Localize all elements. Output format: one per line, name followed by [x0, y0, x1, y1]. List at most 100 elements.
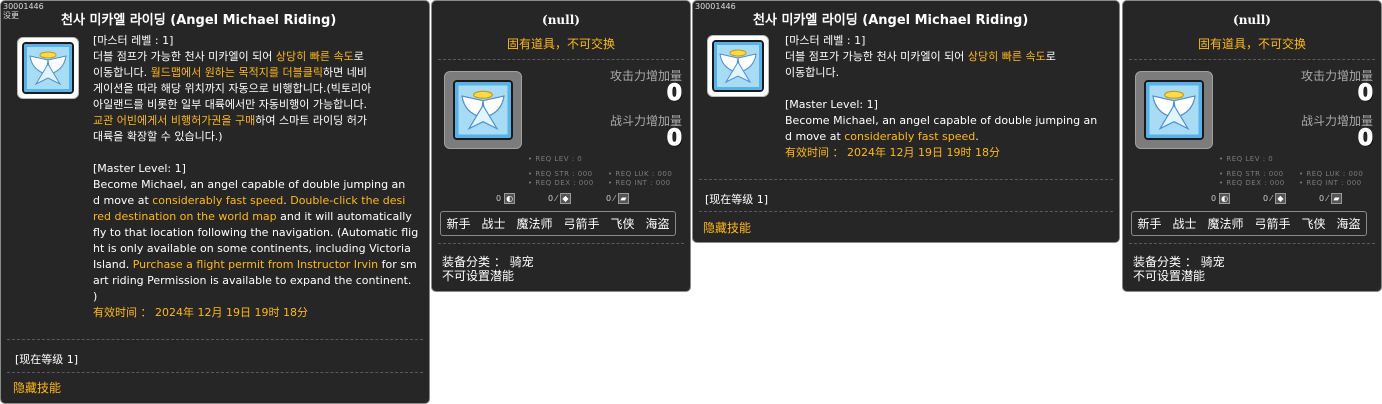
item-title: (null): [542, 13, 580, 27]
kr-desc-line: 이동합니다. 월드맵에서 원하는 목적지를 더블클릭하면 네비: [93, 66, 367, 79]
untradeable-label: 固有道具，不可交换: [506, 37, 615, 51]
untradeable-label: 固有道具，不可交换: [1197, 37, 1306, 51]
en-desc-line: Become Michael, an angel capable of doub…: [93, 178, 406, 191]
skill-icon-frame: [707, 35, 769, 97]
job-beginner: 新手: [1137, 217, 1162, 231]
job-bowman: 弓箭手: [1254, 217, 1291, 231]
angel-wings-icon: [22, 42, 74, 94]
divider: [7, 339, 423, 340]
divider: [1129, 59, 1375, 60]
kr-desc-line: 게이션을 따라 해당 위치까지 자동으로 비행합니다.(빅토리아: [93, 82, 372, 95]
divider: [7, 372, 423, 373]
req-str: • REQ STR : 000: [1219, 170, 1284, 178]
en-desc-line: fly to that location following the navig…: [93, 226, 419, 239]
hidden-skill-label: 隐藏技能: [703, 221, 752, 235]
expiry-time: 有效时间 ： 2024年 12月 19日 19时 18分: [785, 146, 1000, 159]
en-desc-line: d move at considerably fast speed.: [785, 130, 979, 143]
req-luk: • REQ LUK : 000: [608, 170, 673, 178]
job-pirate: 海盗: [645, 217, 670, 231]
job-requirements: 新手 战士 魔法师 弓箭手 飞侠 海盗: [1131, 211, 1367, 236]
skill-description: [마스터 레벨 : 1] 더블 점프가 가능한 천사 미카엘이 되어 상당히 빠…: [785, 33, 1115, 161]
no-potential-label: 不可设置潜能: [442, 269, 515, 283]
no-potential-label: 不可设置潜能: [1133, 269, 1206, 283]
item-icon-frame: [444, 71, 522, 149]
en-master-level: [Master Level: 1]: [785, 98, 878, 111]
en-desc-line: art riding Permission is available to ex…: [93, 274, 412, 287]
expiry-time: 有效时间 ： 2024年 12月 19日 19时 18分: [93, 306, 308, 319]
divider: [699, 211, 1113, 212]
element-stat-2: 0 ⁄ ◆: [548, 193, 571, 204]
divider: [438, 243, 684, 244]
current-level: [现在等级 1]: [15, 353, 79, 366]
req-lev: • REQ LEV : 0: [528, 155, 583, 163]
job-bowman: 弓箭手: [563, 217, 600, 231]
job-magician: 魔法师: [516, 217, 553, 231]
job-thief: 飞侠: [1301, 217, 1326, 231]
item-tooltip: (null) 固有道具，不可交换 攻击力增加量 0 战斗力增加量 0 • REQ…: [1122, 0, 1382, 292]
req-dex: • REQ DEX : 000: [1219, 179, 1285, 187]
element-stat-3: 0 ⁄ ▰: [606, 193, 629, 204]
hidden-skill-label: 隐藏技能: [13, 381, 62, 395]
item-title: (null): [1233, 13, 1271, 27]
req-dex: • REQ DEX : 000: [528, 179, 594, 187]
kr-master-level: [마스터 레벨 : 1]: [93, 34, 174, 47]
skill-tooltip-detailed: 30001446 没更 천사 미카엘 라이딩 (Angel Michael Ri…: [0, 0, 430, 404]
skill-icon-frame: [17, 37, 79, 99]
job-magician: 魔法师: [1207, 217, 1244, 231]
req-str: • REQ STR : 000: [528, 170, 593, 178]
kr-desc-line: 아일랜드를 비롯한 일부 대륙에서만 자동비행이 가능합니다.: [93, 98, 367, 111]
shield-icon: ▰: [617, 193, 629, 204]
shield-icon: ▰: [1330, 193, 1342, 204]
kr-master-level: [마스터 레벨 : 1]: [785, 34, 866, 47]
job-beginner: 新手: [446, 217, 471, 231]
divider: [699, 179, 1113, 180]
item-sub-label: 没更: [3, 11, 19, 20]
element-stat-3: 0 ⁄ ▰: [1319, 193, 1342, 204]
req-lev: • REQ LEV : 0: [1219, 155, 1274, 163]
item-tooltip: (null) 固有道具，不可交换 攻击力增加量 0 战斗力增加量 0 • REQ…: [431, 0, 691, 292]
item-icon-frame: [1135, 71, 1213, 149]
job-thief: 飞侠: [610, 217, 635, 231]
element-stat-1: 0 ◐: [1211, 193, 1231, 204]
divider: [1129, 243, 1375, 244]
job-requirements: 新手 战士 魔法师 弓箭手 飞侠 海盗: [440, 211, 676, 236]
skill-title: 천사 미카엘 라이딩 (Angel Michael Riding): [61, 13, 337, 28]
en-desc-line: ): [93, 290, 98, 303]
attack-increase-value: 0: [1357, 81, 1373, 107]
skill-description: [마스터 레벨 : 1] 더블 점프가 가능한 천사 미카엘이 되어 상당히 빠…: [93, 33, 423, 321]
en-desc-line: Become Michael, an angel capable of doub…: [785, 114, 1098, 127]
req-int: • REQ INT : 000: [1299, 179, 1362, 187]
job-pirate: 海盗: [1336, 217, 1361, 231]
elemental-resist-icon: ◆: [559, 193, 571, 204]
divider: [438, 59, 684, 60]
item-id-label: 30001446: [695, 2, 736, 11]
element-stat-1: 0 ◐: [496, 193, 516, 204]
attack-increase-value: 0: [666, 81, 682, 107]
en-desc-line: d move at considerably fast speed. Doubl…: [93, 194, 406, 207]
kr-desc-line: 더블 점프가 가능한 천사 미카엘이 되어 상당히 빠른 속도로: [93, 50, 364, 63]
kr-desc-line: 대륙을 확장할 수 있습니다.): [93, 130, 223, 143]
combat-increase-value: 0: [1357, 126, 1373, 152]
element-stat-2: 0 ⁄ ◆: [1263, 193, 1286, 204]
angel-wings-icon: [453, 80, 513, 140]
job-warrior: 战士: [1172, 217, 1197, 231]
angel-wings-icon: [712, 40, 764, 92]
en-desc-line: ht is only available on some continents,…: [93, 242, 411, 255]
en-desc-line: Island. Purchase a flight permit from In…: [93, 258, 417, 271]
current-level: [现在等级 1]: [705, 193, 769, 206]
kr-desc-line: 교관 어빈에게서 비행허가권을 구매하여 스마트 라이딩 허가: [93, 114, 367, 127]
elemental-resist-icon: ◆: [1274, 193, 1286, 204]
elemental-resist-icon: ◐: [504, 193, 516, 204]
kr-desc-line: 이동합니다.: [785, 66, 840, 79]
req-luk: • REQ LUK : 000: [1299, 170, 1364, 178]
req-int: • REQ INT : 000: [608, 179, 671, 187]
item-id-label: 30001446: [3, 2, 44, 11]
kr-desc-line: 더블 점프가 가능한 천사 미카엘이 되어 상당히 빠른 속도로: [785, 50, 1056, 63]
angel-wings-icon: [1144, 80, 1204, 140]
en-master-level: [Master Level: 1]: [93, 162, 186, 175]
skill-tooltip-summary: 30001446 천사 미카엘 라이딩 (Angel Michael Ridin…: [692, 0, 1120, 243]
skill-title: 천사 미카엘 라이딩 (Angel Michael Riding): [753, 13, 1029, 28]
job-warrior: 战士: [481, 217, 506, 231]
elemental-resist-icon: ◐: [1219, 193, 1231, 204]
combat-increase-value: 0: [666, 126, 682, 152]
